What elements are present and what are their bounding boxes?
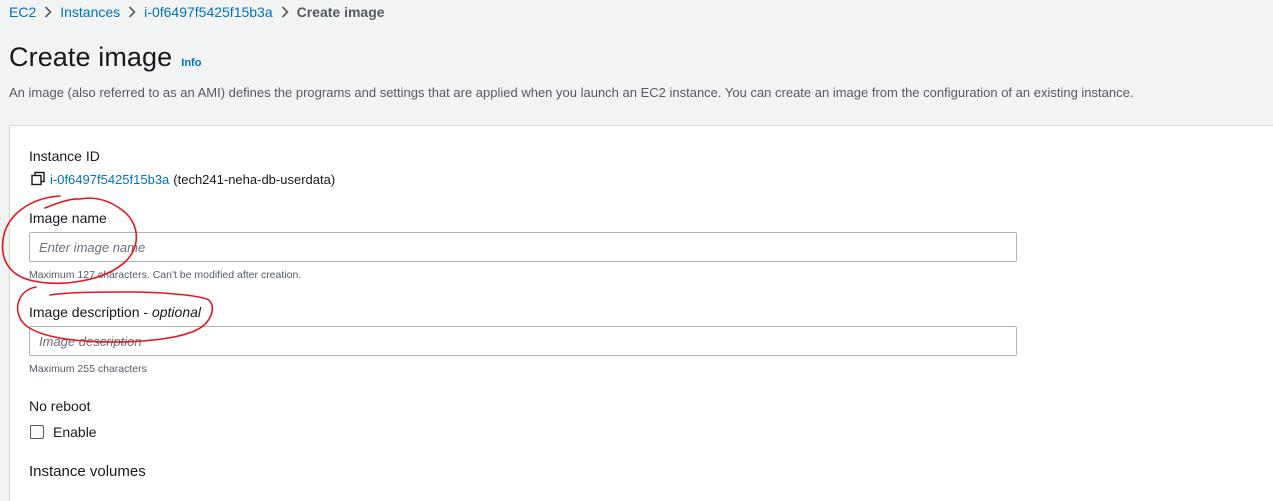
no-reboot-label: No reboot <box>29 398 91 414</box>
image-name-label: Image name <box>29 210 107 226</box>
breadcrumb-instance-link[interactable]: i-0f6497f5425f15b3a <box>144 4 272 20</box>
image-name-hint: Maximum 127 characters. Can't be modifie… <box>29 269 302 281</box>
breadcrumb-ec2-link[interactable]: EC2 <box>9 4 36 20</box>
image-settings-panel: Instance ID i-0f6497f5425f15b3a (tech241… <box>9 125 1273 501</box>
page-header: Create image Info <box>9 42 201 73</box>
image-description-hint: Maximum 255 characters <box>29 363 147 375</box>
chevron-right-icon <box>36 4 60 20</box>
page-title: Create image <box>9 42 173 72</box>
image-description-label-text: Image description <box>29 304 140 320</box>
page-description: An image (also referred to as an AMI) de… <box>9 85 1134 100</box>
no-reboot-checkbox[interactable] <box>30 425 44 439</box>
chevron-right-icon <box>273 4 297 20</box>
instance-name: (tech241-neha-db-userdata) <box>173 171 336 187</box>
instance-id-label: Instance ID <box>29 148 100 164</box>
instance-id-link[interactable]: i-0f6497f5425f15b3a <box>50 172 169 187</box>
instance-volumes-heading: Instance volumes <box>29 463 146 480</box>
instance-id-value: i-0f6497f5425f15b3a (tech241-neha-db-use… <box>30 171 335 187</box>
image-description-input[interactable] <box>29 326 1017 356</box>
info-link[interactable]: Info <box>181 57 201 69</box>
copy-icon[interactable] <box>30 171 46 187</box>
optional-label: optional <box>151 304 202 320</box>
breadcrumb: EC2 Instances i-0f6497f5425f15b3a Create… <box>9 3 385 21</box>
no-reboot-checkbox-label: Enable <box>53 424 97 440</box>
create-image-page: EC2 Instances i-0f6497f5425f15b3a Create… <box>0 0 1273 501</box>
chevron-right-icon <box>120 4 144 20</box>
no-reboot-checkbox-row[interactable]: Enable <box>30 424 97 440</box>
breadcrumb-instances-link[interactable]: Instances <box>60 4 120 20</box>
image-description-label: Image description - optional <box>29 304 202 320</box>
breadcrumb-current: Create image <box>296 4 385 20</box>
image-name-input[interactable] <box>29 232 1017 262</box>
